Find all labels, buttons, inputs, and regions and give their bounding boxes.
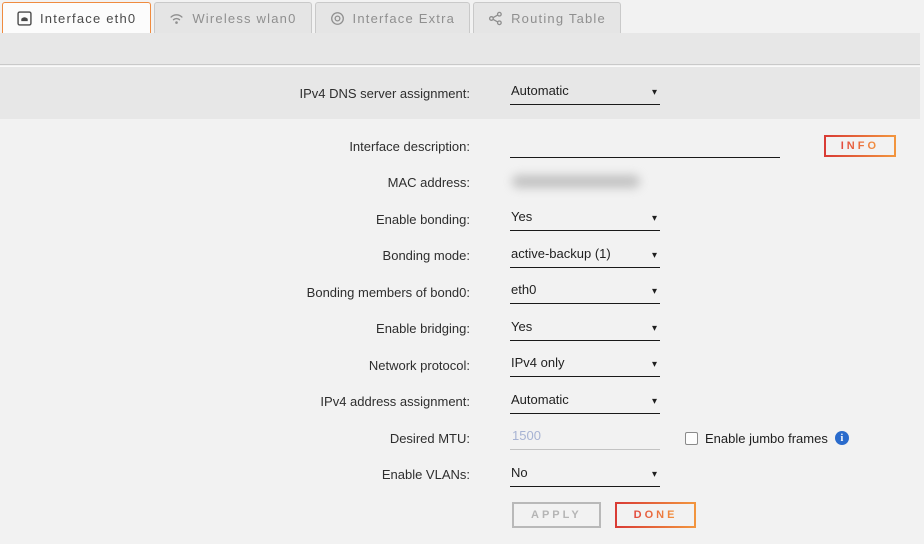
tab-interface-eth0[interactable]: Interface eth0 xyxy=(2,2,151,33)
enable-vlans-label: Enable VLANs: xyxy=(0,467,470,482)
info-button[interactable]: INFO xyxy=(824,135,896,157)
bullseye-icon xyxy=(330,11,345,26)
chevron-down-icon xyxy=(652,282,657,297)
ipv4-assignment-label: IPv4 address assignment: xyxy=(0,394,470,409)
bonding-mode-label: Bonding mode: xyxy=(0,248,470,263)
tab-label: Interface Extra xyxy=(353,11,456,26)
dns-section: IPv4 DNS server assignment: Automatic xyxy=(0,66,920,119)
interface-form: Interface description: INFO MAC address:… xyxy=(0,119,924,528)
jumbo-frames-group: Enable jumbo frames xyxy=(685,431,849,446)
network-protocol-value: IPv4 only xyxy=(511,355,564,370)
tab-label: Routing Table xyxy=(511,11,606,26)
mac-address-row: MAC address: xyxy=(0,165,924,202)
enable-bonding-row: Enable bonding: Yes xyxy=(0,201,924,238)
bonding-members-select[interactable]: eth0 xyxy=(510,280,660,304)
ipv4-assignment-value: Automatic xyxy=(511,392,569,407)
action-buttons: APPLY DONE xyxy=(512,502,924,528)
dns-assignment-select[interactable]: Automatic xyxy=(510,81,660,105)
dns-assignment-row: IPv4 DNS server assignment: Automatic xyxy=(0,81,920,105)
done-button-label: DONE xyxy=(634,509,678,521)
network-protocol-row: Network protocol: IPv4 only xyxy=(0,347,924,384)
chevron-down-icon xyxy=(652,209,657,224)
chevron-down-icon xyxy=(652,246,657,261)
bonding-mode-value: active-backup (1) xyxy=(511,246,611,261)
network-protocol-select[interactable]: IPv4 only xyxy=(510,353,660,377)
enable-bridging-value: Yes xyxy=(511,319,532,334)
enable-vlans-select[interactable]: No xyxy=(510,463,660,487)
enable-bonding-select[interactable]: Yes xyxy=(510,207,660,231)
bonding-members-label: Bonding members of bond0: xyxy=(0,285,470,300)
enable-vlans-value: No xyxy=(511,465,528,480)
enable-bridging-row: Enable bridging: Yes xyxy=(0,311,924,348)
chevron-down-icon xyxy=(652,319,657,334)
ipv4-assignment-select[interactable]: Automatic xyxy=(510,390,660,414)
tab-label: Interface eth0 xyxy=(40,11,136,26)
info-circle-icon[interactable] xyxy=(835,431,849,445)
tab-routing-table[interactable]: Routing Table xyxy=(473,2,621,33)
share-nodes-icon xyxy=(488,11,503,26)
top-spacer-band xyxy=(0,33,920,65)
description-label: Interface description: xyxy=(0,139,470,154)
ipv4-assignment-row: IPv4 address assignment: Automatic xyxy=(0,384,924,421)
info-button-label: INFO xyxy=(841,140,879,152)
description-row: Interface description: INFO xyxy=(0,128,924,165)
bonding-members-row: Bonding members of bond0: eth0 xyxy=(0,274,924,311)
bonding-mode-select[interactable]: active-backup (1) xyxy=(510,244,660,268)
chevron-down-icon xyxy=(652,83,657,98)
mac-address-redacted-value xyxy=(512,175,640,188)
dns-assignment-value: Automatic xyxy=(511,83,569,98)
mac-address-label: MAC address: xyxy=(0,175,470,190)
tab-interface-extra[interactable]: Interface Extra xyxy=(315,2,471,33)
bonding-mode-row: Bonding mode: active-backup (1) xyxy=(0,238,924,275)
tab-label: Wireless wlan0 xyxy=(192,11,296,26)
network-protocol-label: Network protocol: xyxy=(0,358,470,373)
enable-bonding-value: Yes xyxy=(511,209,532,224)
description-input[interactable] xyxy=(510,134,780,158)
chevron-down-icon xyxy=(652,465,657,480)
enable-vlans-row: Enable VLANs: No xyxy=(0,457,924,494)
done-button[interactable]: DONE xyxy=(615,502,697,528)
enable-bridging-label: Enable bridging: xyxy=(0,321,470,336)
enable-bridging-select[interactable]: Yes xyxy=(510,317,660,341)
jumbo-frames-checkbox[interactable] xyxy=(685,432,698,445)
ethernet-icon xyxy=(17,11,32,26)
chevron-down-icon xyxy=(652,392,657,407)
enable-bonding-label: Enable bonding: xyxy=(0,212,470,227)
wifi-icon xyxy=(169,11,184,26)
dns-assignment-label: IPv4 DNS server assignment: xyxy=(0,86,470,101)
tab-wireless-wlan0[interactable]: Wireless wlan0 xyxy=(154,2,311,33)
jumbo-frames-label: Enable jumbo frames xyxy=(705,431,828,446)
mtu-row: Desired MTU: Enable jumbo frames xyxy=(0,420,924,457)
mtu-label: Desired MTU: xyxy=(0,431,470,446)
apply-button[interactable]: APPLY xyxy=(512,502,601,528)
mtu-input xyxy=(510,426,660,450)
tab-bar: Interface eth0 Wireless wlan0 Interface … xyxy=(2,2,924,33)
chevron-down-icon xyxy=(652,355,657,370)
bonding-members-value: eth0 xyxy=(511,282,536,297)
